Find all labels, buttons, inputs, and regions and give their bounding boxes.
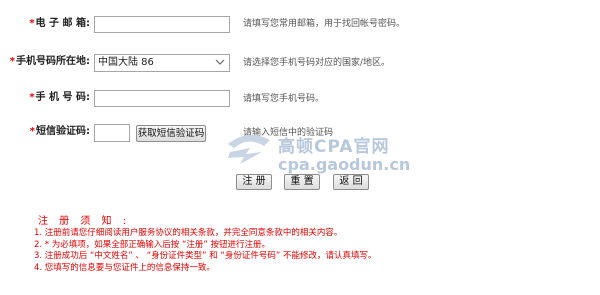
registration-notice: 注 册 须 知 : 1. 注册前请您仔细阅读用户服务协议的相关条款，并完全同意条… (34, 215, 554, 274)
email-label: *电 子 邮 箱: (4, 14, 90, 34)
phone-label: *手 机 号 码: (4, 88, 90, 108)
phone-hint: 请填写您手机号码。 (243, 94, 325, 104)
sms-code-hint: 请输入短信中的验证码 (243, 128, 334, 138)
required-mark: * (29, 92, 35, 103)
chevron-down-icon (215, 59, 225, 65)
sms-code-label: *短信验证码: (4, 122, 90, 142)
region-label: *手机号码所在地: (4, 52, 90, 72)
region-select[interactable]: 中国大陆 86 (94, 54, 230, 72)
notice-title: 注 册 须 知 : (38, 216, 131, 227)
notice-item: 1. 注册前请您仔细阅读用户服务协议的相关条款，并完全同意条款中的相关内容。 (34, 228, 343, 238)
email-field[interactable] (94, 16, 230, 33)
email-hint: 请填写您常用邮箱，用于找回帐号密码。 (243, 19, 406, 29)
phone-field[interactable] (94, 90, 230, 107)
sms-code-field[interactable] (94, 124, 130, 142)
notice-item: 2. * 为必填项，如果全部正确输入后按 “注册” 按钮进行注册。 (34, 239, 270, 250)
back-button[interactable]: 返 回 (333, 174, 369, 190)
notice-item: 4. 您填写的信息要与您证件上的信息保持一致。 (34, 262, 215, 273)
region-select-value: 中国大陆 86 (98, 57, 154, 68)
watermark-url: cpa.gaodun.cn (278, 155, 411, 174)
required-mark: * (9, 56, 15, 67)
sms-code-label-text: 短信验证码: (36, 126, 90, 137)
register-button[interactable]: 注 册 (236, 174, 272, 190)
region-hint: 请选择您手机号码对应的国家/地区。 (243, 58, 391, 68)
region-label-text: 手机号码所在地: (16, 56, 90, 67)
get-sms-code-button[interactable]: 获取短信验证码 (136, 125, 206, 142)
notice-item: 3. 注册成功后 “中文姓名” 、 “身份证件类型” 和 “身份证件号码” 不能… (34, 251, 377, 261)
email-label-text: 电 子 邮 箱: (35, 18, 90, 29)
phone-label-text: 手 机 号 码: (35, 92, 90, 103)
required-mark: * (29, 18, 35, 29)
reset-button[interactable]: 重 置 (284, 174, 320, 190)
required-mark: * (29, 126, 35, 137)
